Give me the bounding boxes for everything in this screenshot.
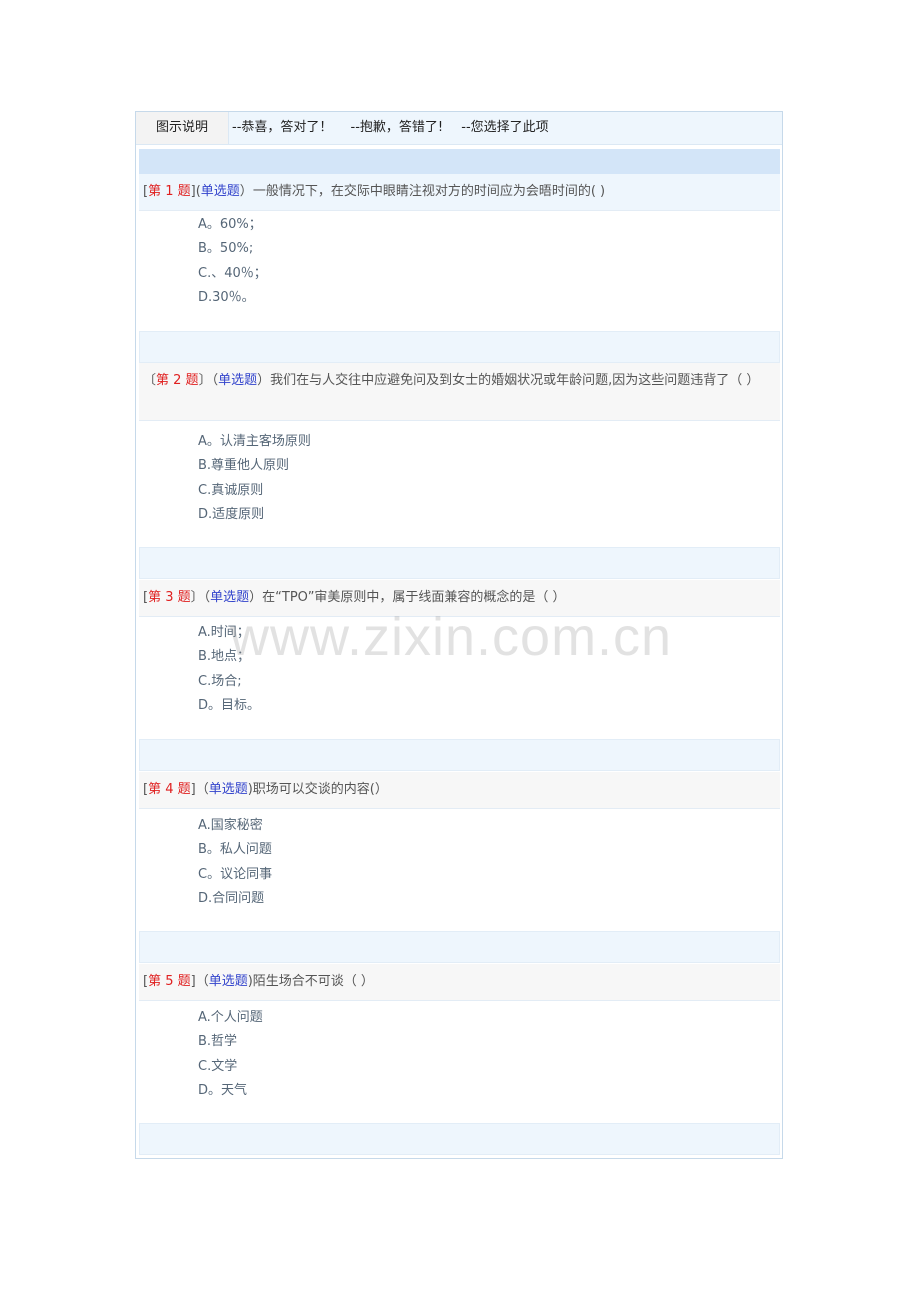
option[interactable]: C.真诚原则: [198, 479, 311, 503]
option[interactable]: B。50%;: [198, 237, 267, 261]
option[interactable]: D。目标。: [198, 694, 260, 718]
legend-selected: --您选择了此项: [461, 120, 549, 135]
legend-items: --恭喜，答对了！ --抱歉，答错了! --您选择了此项: [232, 112, 563, 144]
question-text: 在“TPO”审美原则中，属于线面兼容的概念的是（ ）: [262, 590, 566, 605]
header-bar: [139, 149, 780, 176]
legend-title: 图示说明: [136, 112, 229, 144]
separator-bar: [139, 547, 780, 579]
question-number: 第 4 题: [148, 782, 191, 797]
bracket: ]（: [190, 974, 209, 989]
question-5-header: [第 5 题]（单选题)陌生场合不可谈（ ）: [139, 964, 780, 1001]
bracket: 〕（: [190, 590, 211, 605]
question-4-header: [第 4 题]（单选题)职场可以交谈的内容(）: [139, 772, 780, 809]
option[interactable]: D.适度原则: [198, 503, 311, 527]
option[interactable]: A。认清主客场原则: [198, 430, 311, 454]
option[interactable]: B。私人问题: [198, 838, 272, 862]
legend-bar: 图示说明 --恭喜，答对了！ --抱歉，答错了! --您选择了此项: [136, 112, 782, 145]
question-5-options: A.个人问题 B.哲学 C.文学 D。天气: [198, 1006, 263, 1104]
option[interactable]: C.场合;: [198, 670, 260, 694]
bracket: ）: [257, 373, 271, 388]
option[interactable]: A.个人问题: [198, 1006, 263, 1030]
option[interactable]: B.地点；: [198, 645, 260, 669]
option[interactable]: C.、40％；: [198, 262, 267, 286]
question-2-header: 〔第 2 题〕（单选题）我们在与人交往中应避免问及到女士的婚姻状况或年龄问题,因…: [139, 363, 780, 421]
option[interactable]: D.30％。: [198, 286, 267, 310]
separator-bar: [139, 1123, 780, 1155]
option[interactable]: B.哲学: [198, 1030, 263, 1054]
question-number: 第 3 题: [148, 590, 191, 605]
question-type: 单选题: [200, 184, 240, 199]
separator-bar: [139, 739, 780, 771]
question-3-header: [第 3 题〕（单选题）在“TPO”审美原则中，属于线面兼容的概念的是（ ）: [139, 580, 780, 617]
quiz-results-panel: 图示说明 --恭喜，答对了！ --抱歉，答错了! --您选择了此项 [第 1 题…: [135, 111, 783, 1159]
question-2-options: A。认清主客场原则 B.尊重他人原则 C.真诚原则 D.适度原则: [198, 430, 311, 528]
question-3-options: A.时间； B.地点； C.场合; D。目标。: [198, 621, 260, 719]
bracket: ）: [239, 184, 253, 199]
legend-wrong: --抱歉，答错了!: [350, 120, 444, 135]
question-type: 单选题: [218, 373, 258, 388]
option[interactable]: A.时间；: [198, 621, 260, 645]
question-type: 单选题: [208, 782, 248, 797]
bracket: ）: [249, 590, 263, 605]
bracket: ](: [190, 184, 201, 199]
question-1-options: A。60%； B。50%; C.、40％； D.30％。: [198, 213, 267, 311]
question-text: 我们在与人交往中应避免问及到女士的婚姻状况或年龄问题,因为这些问题违背了（ ）: [270, 373, 760, 388]
question-text: 职场可以交谈的内容(）: [252, 782, 388, 797]
separator-bar: [139, 331, 780, 363]
option[interactable]: D。天气: [198, 1079, 263, 1103]
question-type: 单选题: [210, 590, 250, 605]
question-4-options: A.国家秘密 B。私人问题 C。议论同事 D.合同问题: [198, 814, 272, 912]
bracket: 〕（: [198, 373, 219, 388]
option[interactable]: C。议论同事: [198, 863, 272, 887]
question-type: 单选题: [208, 974, 248, 989]
option[interactable]: A.国家秘密: [198, 814, 272, 838]
bracket: ]（: [190, 782, 209, 797]
option[interactable]: C.文学: [198, 1055, 263, 1079]
question-number: 第 5 题: [148, 974, 191, 989]
question-number: 第 2 题: [156, 373, 199, 388]
legend-correct: --恭喜，答对了！: [232, 120, 333, 135]
question-1-header: [第 1 题](单选题）一般情况下，在交际中眼睛注视对方的时间应为会晤时间的( …: [139, 174, 780, 211]
bracket: 〔: [143, 373, 157, 388]
question-text: 一般情况下，在交际中眼睛注视对方的时间应为会晤时间的( ): [252, 184, 606, 199]
option[interactable]: A。60%；: [198, 213, 267, 237]
option[interactable]: D.合同问题: [198, 887, 272, 911]
option[interactable]: B.尊重他人原则: [198, 454, 311, 478]
question-number: 第 1 题: [148, 184, 191, 199]
separator-bar: [139, 931, 780, 963]
question-text: 陌生场合不可谈（ ）: [252, 974, 374, 989]
